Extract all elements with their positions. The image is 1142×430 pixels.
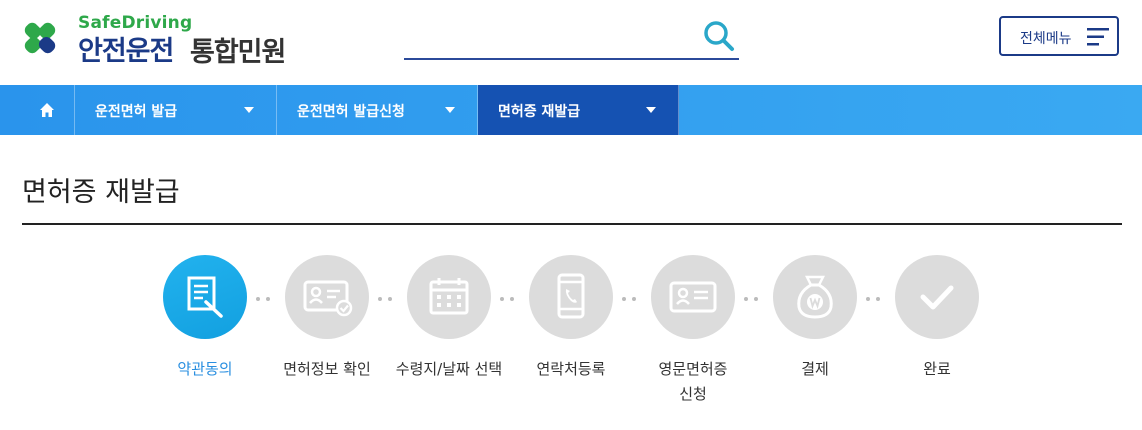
step-label: 연락처등록 — [536, 360, 606, 378]
document-pen-icon — [187, 276, 223, 318]
money-bag-icon — [797, 275, 833, 319]
chevron-down-icon — [445, 107, 455, 113]
step-circle — [773, 255, 857, 339]
step-label: 면허정보 확인 — [283, 360, 371, 378]
step-connector — [864, 297, 884, 301]
chevron-down-icon — [244, 107, 254, 113]
check-icon — [920, 285, 954, 310]
all-menu-label: 전체메뉴 — [1020, 31, 1072, 47]
step-connector — [742, 297, 762, 301]
nav-item-license-issue[interactable]: 운전면허 발급 — [75, 85, 277, 135]
title-divider — [22, 223, 1122, 225]
step-connector — [254, 297, 274, 301]
logo-title-2: 통합민원 — [190, 37, 286, 68]
header: SafeDriving 안전운전 통합민원 전체메뉴 — [0, 0, 1142, 85]
step-circle — [651, 255, 735, 339]
step-circle — [895, 255, 979, 339]
step-label: 영문면허증 신청 — [658, 360, 728, 403]
clover-logo-icon — [24, 22, 56, 54]
nav-item-license-reissue[interactable]: 면허증 재발급 — [478, 85, 679, 135]
step-connector — [498, 297, 518, 301]
nav-item-label: 면허증 재발급 — [498, 104, 581, 120]
breadcrumb-nav: 운전면허 발급 운전면허 발급신청 면허증 재발급 — [0, 85, 1142, 135]
nav-item-license-apply[interactable]: 운전면허 발급신청 — [277, 85, 478, 135]
step-circle — [529, 255, 613, 339]
search-button[interactable] — [701, 18, 737, 54]
search-input[interactable] — [404, 20, 688, 52]
step-connector — [620, 297, 640, 301]
step-label: 수령지/날짜 선택 — [395, 360, 503, 378]
all-menu-button[interactable]: 전체메뉴 — [999, 16, 1119, 56]
nav-item-label: 운전면허 발급 — [95, 104, 178, 120]
step-circle — [163, 255, 247, 339]
logo-title: 안전운전 — [78, 36, 174, 67]
calendar-icon — [429, 278, 469, 315]
page-title: 면허증 재발급 — [22, 177, 180, 208]
step-label: 완료 — [923, 360, 951, 378]
phone-icon — [557, 273, 585, 319]
id-card-icon — [669, 281, 717, 313]
step-connector — [376, 297, 396, 301]
nav-item-label: 운전면허 발급신청 — [297, 104, 405, 120]
home-icon — [40, 103, 54, 117]
step-circle — [407, 255, 491, 339]
id-card-check-icon — [303, 280, 353, 317]
step-label: 결제 — [801, 360, 829, 378]
chevron-down-icon — [646, 107, 656, 113]
hamburger-icon — [1087, 28, 1109, 46]
search-bar — [404, 14, 739, 60]
step-label: 약관동의 — [177, 360, 233, 378]
home-button[interactable] — [20, 85, 75, 135]
step-circle — [285, 255, 369, 339]
search-icon — [704, 21, 734, 51]
